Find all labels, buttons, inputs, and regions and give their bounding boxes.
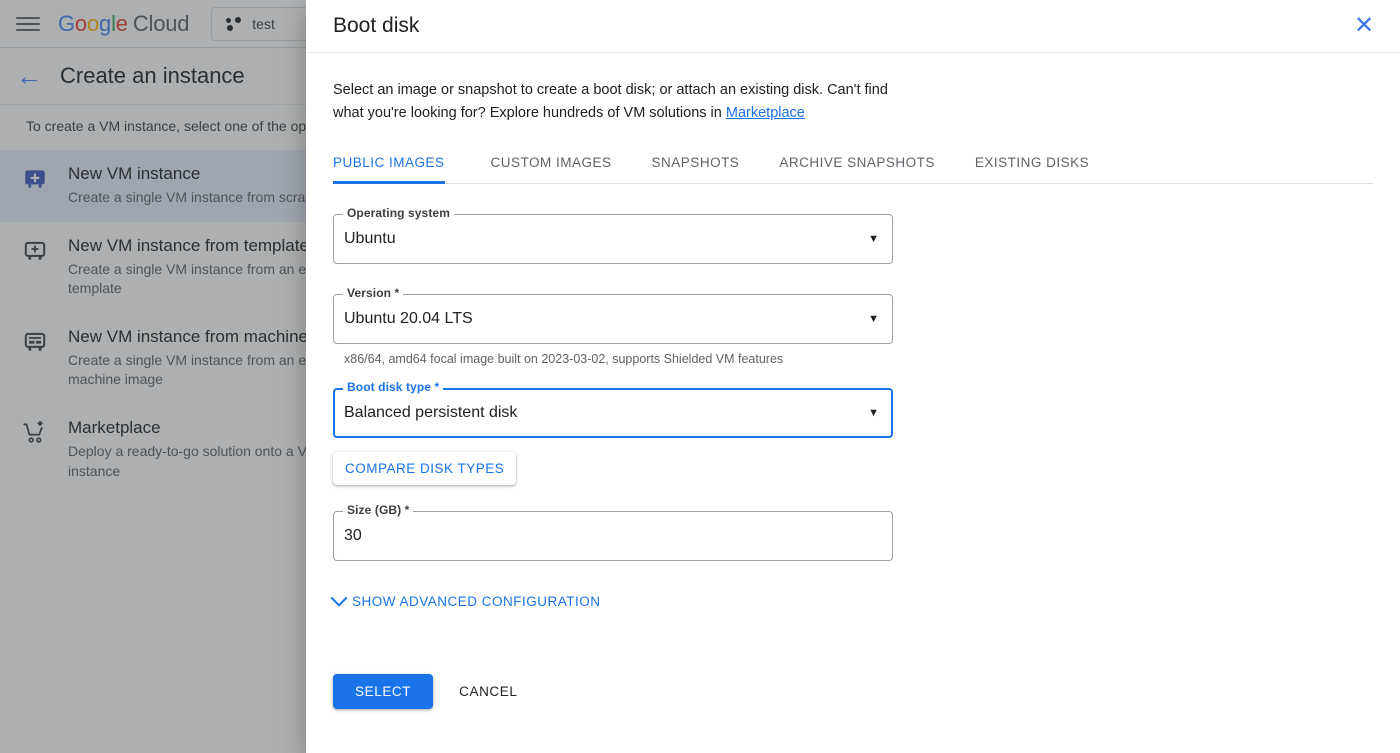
marketplace-link[interactable]: Marketplace [726,105,805,121]
boot-disk-type-select[interactable]: Boot disk type * Balanced persistent dis… [333,388,893,438]
hamburger-menu-icon[interactable] [16,12,40,36]
chevron-down-icon [331,590,348,607]
tab-archive-snapshots[interactable]: ARCHIVE SNAPSHOTS [759,147,955,183]
vm-machine-image-icon [22,327,48,390]
size-gb-value: 30 [344,511,362,561]
tab-custom-images[interactable]: CUSTOM IMAGES [471,147,632,183]
chevron-down-icon[interactable]: ▼ [868,388,879,438]
dialog-title: Boot disk [333,14,1348,38]
chevron-down-icon[interactable]: ▼ [868,214,879,264]
back-arrow-icon[interactable]: ← [16,63,42,89]
chevron-down-icon[interactable]: ▼ [868,294,879,344]
dialog-actions: SELECT CANCEL [333,674,1373,709]
vm-add-filled-icon [22,164,48,208]
dialog-description: Select an image or snapshot to create a … [333,79,893,125]
show-advanced-configuration-label: SHOW ADVANCED CONFIGURATION [352,594,601,609]
select-button[interactable]: SELECT [333,674,433,709]
tab-snapshots[interactable]: SNAPSHOTS [632,147,760,183]
vm-template-icon [22,236,48,299]
close-icon[interactable]: ✕ [1348,10,1380,42]
marketplace-cart-icon [22,418,48,481]
operating-system-select[interactable]: Operating system Ubuntu ▼ [333,214,893,264]
project-name-label: test [252,16,275,32]
size-gb-input[interactable]: Size (GB) * 30 [333,511,893,561]
cancel-button[interactable]: CANCEL [443,674,533,709]
field-outline [333,214,893,264]
google-cloud-logo: GoogleCloud [58,11,189,37]
compare-disk-types-button[interactable]: COMPARE DISK TYPES [333,452,516,485]
dialog-body: Select an image or snapshot to create a … [306,53,1400,753]
operating-system-value: Ubuntu [344,214,396,264]
spacer [333,272,1373,294]
create-instance-subtext: To create a VM instance, select one of t… [26,118,336,134]
version-select[interactable]: Version * Ubuntu 20.04 LTS ▼ [333,294,893,344]
field-outline [333,511,893,561]
boot-disk-dialog: Boot disk ✕ Select an image or snapshot … [306,0,1400,753]
show-advanced-configuration-button[interactable]: SHOW ADVANCED CONFIGURATION [333,585,613,618]
version-hint-text: x86/64, amd64 focal image built on 2023-… [344,352,1373,366]
boot-disk-tabs: PUBLIC IMAGES CUSTOM IMAGES SNAPSHOTS AR… [333,147,1373,184]
project-dots-icon [226,17,242,31]
dialog-header: Boot disk ✕ [306,0,1400,53]
page-title: Create an instance [60,63,245,89]
tab-public-images[interactable]: PUBLIC IMAGES [333,147,471,183]
tab-existing-disks[interactable]: EXISTING DISKS [955,147,1109,183]
logo-cloud-text: Cloud [133,11,189,36]
boot-disk-type-value: Balanced persistent disk [344,388,517,438]
version-value: Ubuntu 20.04 LTS [344,294,473,344]
